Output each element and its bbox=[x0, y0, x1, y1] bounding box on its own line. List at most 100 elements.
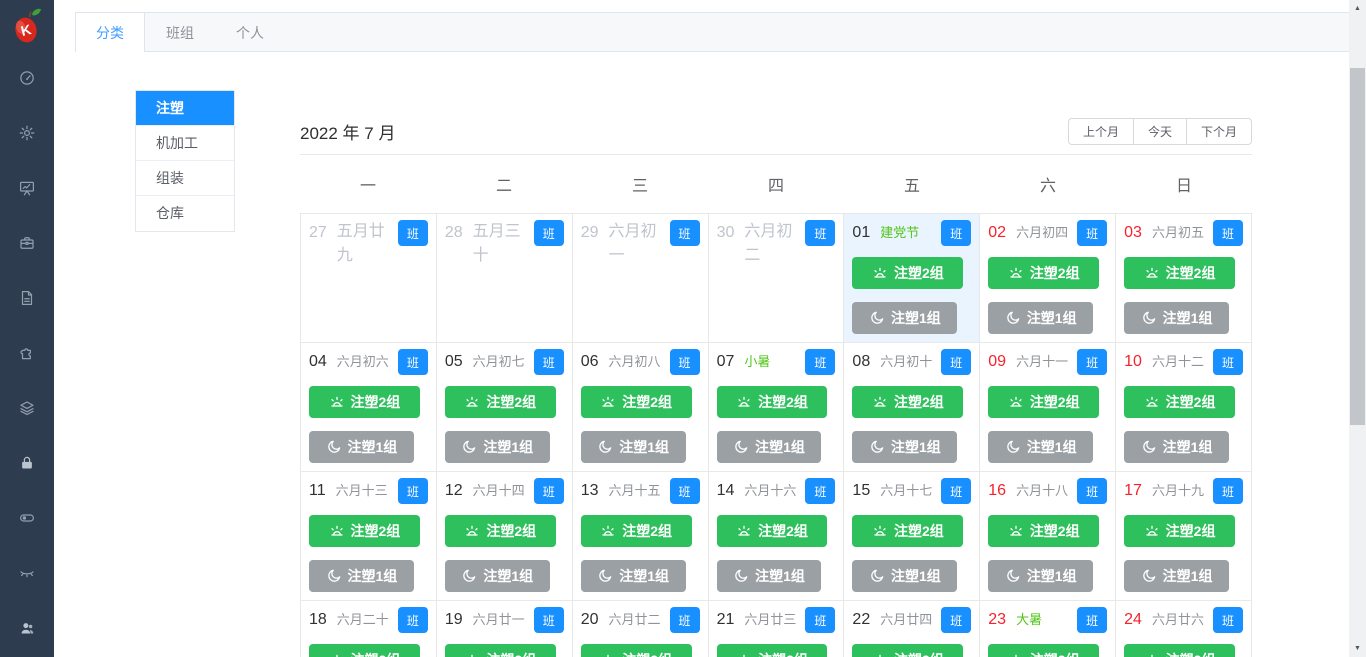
night-shift-button[interactable]: 注塑1组 bbox=[309, 431, 414, 463]
calendar-cell[interactable]: 21六月廿三班注塑2组注塑1组 bbox=[708, 601, 845, 657]
day-shift-button[interactable]: 注塑2组 bbox=[716, 644, 828, 657]
day-shift-button[interactable]: 注塑2组 bbox=[988, 386, 1100, 418]
day-shift-button[interactable]: 注塑2组 bbox=[852, 257, 964, 289]
calendar-cell[interactable]: 08 六月初十班注塑2组 注塑1组 bbox=[844, 343, 981, 472]
shift-badge[interactable]: 班 bbox=[1077, 349, 1108, 375]
day-shift-button[interactable]: 注塑2组 bbox=[309, 515, 420, 547]
shift-badge[interactable]: 班 bbox=[805, 478, 836, 504]
night-shift-button[interactable]: 注塑1组 bbox=[580, 431, 686, 463]
night-shift-button[interactable]: 注塑1组 bbox=[580, 560, 686, 592]
calendar-cell[interactable]: 20六月廿二班注塑2组注塑1组 bbox=[572, 601, 709, 657]
shift-badge[interactable]: 班 bbox=[397, 220, 428, 246]
night-shift-button[interactable]: 注塑1组 bbox=[988, 431, 1094, 463]
tab-team[interactable]: 班组 bbox=[145, 13, 215, 52]
shift-badge[interactable]: 班 bbox=[397, 607, 428, 633]
shift-badge[interactable]: 班 bbox=[1213, 220, 1243, 246]
calendar-cell[interactable]: 07 小暑 班注塑2组 注塑1组 bbox=[708, 343, 845, 472]
night-shift-button[interactable]: 注塑1组 bbox=[716, 560, 822, 592]
shift-badge[interactable]: 班 bbox=[533, 220, 564, 246]
lock-icon[interactable] bbox=[18, 454, 36, 472]
night-shift-button[interactable]: 注塑1组 bbox=[1124, 560, 1229, 592]
scrollbar-thumb[interactable] bbox=[1350, 68, 1365, 425]
day-shift-button[interactable]: 注塑2组 bbox=[1124, 515, 1235, 547]
day-shift-button[interactable]: 注塑2组 bbox=[852, 515, 964, 547]
document-icon[interactable] bbox=[18, 289, 36, 307]
shift-badge[interactable]: 班 bbox=[941, 607, 972, 633]
calendar-cell[interactable]: 24六月廿六班注塑2组注塑1组 bbox=[1116, 601, 1252, 657]
shift-badge[interactable]: 班 bbox=[1213, 478, 1243, 504]
shift-badge[interactable]: 班 bbox=[941, 478, 972, 504]
calendar-cell[interactable]: 14 六月十六班注塑2组 注塑1组 bbox=[708, 472, 845, 601]
calendar-cell[interactable]: 18六月二十班注塑2组注塑1组 bbox=[301, 601, 437, 657]
night-shift-button[interactable]: 注塑1组 bbox=[1124, 302, 1229, 334]
night-shift-button[interactable]: 注塑1组 bbox=[716, 431, 822, 463]
day-shift-button[interactable]: 注塑2组 bbox=[580, 644, 692, 657]
shift-badge[interactable]: 班 bbox=[669, 349, 700, 375]
prev-month-button[interactable]: 上个月 bbox=[1067, 117, 1134, 145]
calendar-cell[interactable]: 10 六月十二班注塑2组 注塑1组 bbox=[1116, 343, 1252, 472]
shift-badge[interactable]: 班 bbox=[669, 220, 700, 246]
calendar-cell[interactable]: 11 六月十三班注塑2组 注塑1组 bbox=[301, 472, 437, 601]
calendar-cell[interactable]: 28 五月三十班 bbox=[436, 214, 573, 343]
night-shift-button[interactable]: 注塑1组 bbox=[988, 560, 1094, 592]
day-shift-button[interactable]: 注塑2组 bbox=[988, 515, 1100, 547]
day-shift-button[interactable]: 注塑2组 bbox=[1124, 386, 1235, 418]
calendar-cell[interactable]: 16 六月十八班注塑2组 注塑1组 bbox=[980, 472, 1117, 601]
next-month-button[interactable]: 下个月 bbox=[1185, 117, 1252, 145]
night-shift-button[interactable]: 注塑1组 bbox=[444, 560, 550, 592]
night-shift-button[interactable]: 注塑1组 bbox=[444, 431, 550, 463]
day-shift-button[interactable]: 注塑2组 bbox=[309, 386, 420, 418]
shift-badge[interactable]: 班 bbox=[941, 220, 972, 246]
day-shift-button[interactable]: 注塑2组 bbox=[580, 386, 692, 418]
today-button[interactable]: 今天 bbox=[1132, 117, 1187, 145]
shift-badge[interactable]: 班 bbox=[1077, 607, 1108, 633]
day-shift-button[interactable]: 注塑2组 bbox=[716, 386, 828, 418]
day-shift-button[interactable]: 注塑2组 bbox=[580, 515, 692, 547]
calendar-cell[interactable]: 12 六月十四班注塑2组 注塑1组 bbox=[436, 472, 573, 601]
layers-icon[interactable] bbox=[18, 399, 36, 417]
scroll-down-icon[interactable]: ▼ bbox=[1349, 640, 1366, 657]
shift-badge[interactable]: 班 bbox=[1213, 349, 1243, 375]
calendar-cell[interactable]: 06 六月初八班注塑2组 注塑1组 bbox=[572, 343, 709, 472]
calendar-cell[interactable]: 29 六月初一班 bbox=[572, 214, 709, 343]
calendar-cell[interactable]: 22六月廿四班注塑2组注塑1组 bbox=[844, 601, 981, 657]
night-shift-button[interactable]: 注塑1组 bbox=[852, 302, 958, 334]
day-shift-button[interactable]: 注塑2组 bbox=[852, 644, 964, 657]
night-shift-button[interactable]: 注塑1组 bbox=[852, 431, 958, 463]
calendar-cell[interactable]: 30 六月初二班 bbox=[708, 214, 845, 343]
monitor-chart-icon[interactable] bbox=[18, 179, 36, 197]
shift-badge[interactable]: 班 bbox=[533, 478, 564, 504]
shift-badge[interactable]: 班 bbox=[805, 607, 836, 633]
shift-badge[interactable]: 班 bbox=[1077, 478, 1108, 504]
dashboard-icon[interactable] bbox=[18, 69, 36, 87]
calendar-cell[interactable]: 19六月廿一班注塑2组注塑1组 bbox=[436, 601, 573, 657]
day-shift-button[interactable]: 注塑2组 bbox=[444, 644, 556, 657]
shift-badge[interactable]: 班 bbox=[669, 478, 700, 504]
gear-icon[interactable] bbox=[18, 124, 36, 142]
day-shift-button[interactable]: 注塑2组 bbox=[1124, 644, 1235, 657]
calendar-cell[interactable]: 27 五月廿九班 bbox=[301, 214, 437, 343]
calendar-cell[interactable]: 03 六月初五班注塑2组 注塑1组 bbox=[1116, 214, 1252, 343]
calendar-cell[interactable]: 04 六月初六班注塑2组 注塑1组 bbox=[301, 343, 437, 472]
day-shift-button[interactable]: 注塑2组 bbox=[1124, 257, 1235, 289]
eye-closed-icon[interactable] bbox=[18, 564, 36, 582]
briefcase-icon[interactable] bbox=[18, 234, 36, 252]
day-shift-button[interactable]: 注塑2组 bbox=[988, 257, 1100, 289]
shift-badge[interactable]: 班 bbox=[669, 607, 700, 633]
category-item-machining[interactable]: 机加工 bbox=[136, 126, 234, 161]
vertical-scrollbar[interactable]: ▲ ▼ bbox=[1349, 0, 1366, 657]
day-shift-button[interactable]: 注塑2组 bbox=[444, 515, 556, 547]
night-shift-button[interactable]: 注塑1组 bbox=[852, 560, 958, 592]
shift-badge[interactable]: 班 bbox=[533, 607, 564, 633]
puzzle-icon[interactable] bbox=[18, 344, 36, 362]
shift-badge[interactable]: 班 bbox=[533, 349, 564, 375]
day-shift-button[interactable]: 注塑2组 bbox=[716, 515, 828, 547]
day-shift-button[interactable]: 注塑2组 bbox=[852, 386, 964, 418]
calendar-cell[interactable]: 17 六月十九班注塑2组 注塑1组 bbox=[1116, 472, 1252, 601]
night-shift-button[interactable]: 注塑1组 bbox=[988, 302, 1094, 334]
category-item-assembly[interactable]: 组装 bbox=[136, 161, 234, 196]
calendar-cell[interactable]: 01 建党节 班注塑2组 注塑1组 bbox=[844, 214, 981, 343]
calendar-cell[interactable]: 23大暑班注塑2组注塑1组 bbox=[980, 601, 1117, 657]
calendar-cell[interactable]: 09 六月十一班注塑2组 注塑1组 bbox=[980, 343, 1117, 472]
day-shift-button[interactable]: 注塑2组 bbox=[988, 644, 1100, 657]
